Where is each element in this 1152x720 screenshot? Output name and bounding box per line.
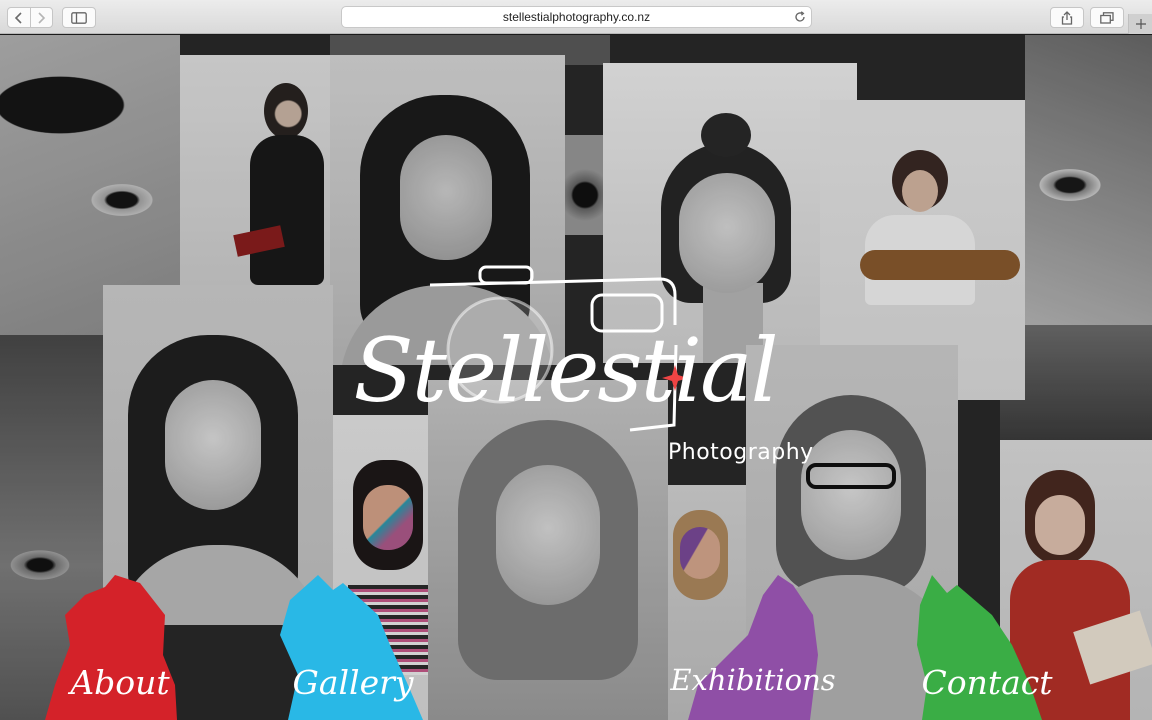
url-text: stellestialphotography.co.nz: [502, 10, 651, 24]
share-icon: [1061, 10, 1073, 25]
logo-script-text: Stellestial: [353, 319, 778, 422]
history-navigation: [7, 7, 53, 28]
sidebar-toggle-button[interactable]: [62, 7, 96, 28]
nav-contact[interactable]: Contact: [912, 575, 1062, 720]
nav-gallery[interactable]: Gallery: [278, 575, 428, 720]
new-tab-button[interactable]: [1128, 14, 1152, 34]
sidebar-icon: [71, 11, 87, 24]
web-page: Stellestial Photography About Gallery Ex…: [0, 35, 1152, 720]
nav-gallery-label: Gallery: [292, 663, 414, 702]
reload-icon[interactable]: [793, 10, 807, 24]
forward-button[interactable]: [31, 8, 53, 27]
wolf-silhouette-icon: [688, 575, 818, 720]
tabs-overview-icon: [1100, 11, 1114, 24]
chevron-left-icon: [14, 11, 22, 24]
show-tabs-button[interactable]: [1090, 7, 1124, 28]
site-logo[interactable]: Stellestial Photography: [330, 265, 830, 475]
address-bar[interactable]: stellestialphotography.co.nz: [341, 6, 812, 28]
nav-exhibitions[interactable]: Exhibitions: [670, 575, 836, 720]
back-button[interactable]: [8, 8, 31, 27]
plus-icon: [1135, 19, 1146, 29]
logo-subtitle: Photography: [668, 440, 814, 465]
share-button[interactable]: [1050, 7, 1084, 28]
chevron-right-icon: [38, 11, 46, 24]
nav-contact-label: Contact: [921, 663, 1053, 702]
nav-exhibitions-label: Exhibitions: [670, 663, 836, 697]
nav-about-label: About: [70, 663, 170, 702]
nav-about[interactable]: About: [45, 575, 195, 720]
browser-toolbar: stellestialphotography.co.nz: [0, 0, 1152, 34]
